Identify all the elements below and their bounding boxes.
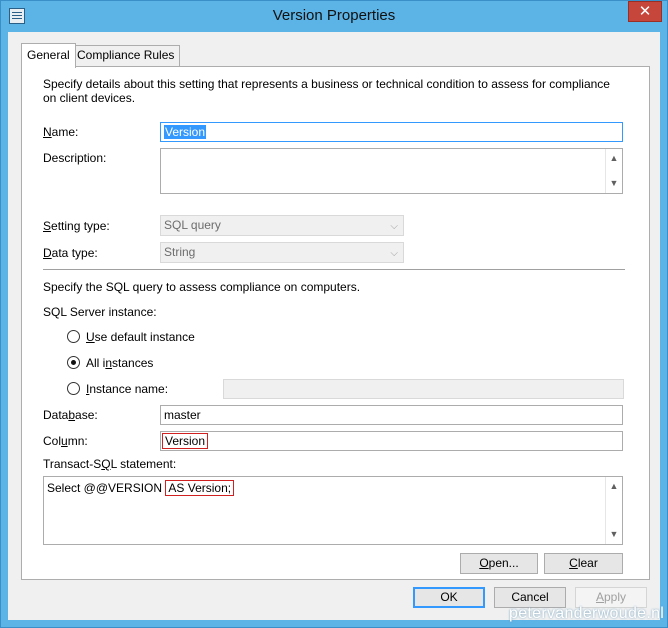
radio-instance-name-label[interactable]: Instance name: xyxy=(86,382,168,396)
dialog-window: Version Properties ✕ General Compliance … xyxy=(0,0,668,628)
description-field[interactable]: ▲ ▼ xyxy=(160,148,623,194)
description-label: Description: xyxy=(43,151,107,165)
column-field[interactable]: Version xyxy=(160,431,623,451)
setting-type-label: Setting type: xyxy=(43,219,110,233)
sql-intro-text: Specify the SQL query to assess complian… xyxy=(43,280,361,294)
scroll-down-arrow-icon[interactable]: ▼ xyxy=(606,175,622,192)
scroll-up-arrow-icon[interactable]: ▲ xyxy=(606,478,622,495)
setting-description-text: Specify details about this setting that … xyxy=(43,77,610,105)
description-scrollbar[interactable]: ▲ ▼ xyxy=(605,149,622,193)
clear-button[interactable]: Clear xyxy=(544,553,623,574)
setting-type-select[interactable]: SQL query ⌵ xyxy=(160,215,404,236)
setting-type-value: SQL query xyxy=(164,218,221,232)
column-label: Column: xyxy=(43,434,88,448)
ok-button[interactable]: OK xyxy=(413,587,485,608)
chevron-down-icon: ⌵ xyxy=(390,248,398,259)
name-label: Name: xyxy=(43,125,79,139)
database-field[interactable]: master xyxy=(160,405,623,425)
radio-all-instances-label[interactable]: All instances xyxy=(86,356,153,370)
column-value-highlight: Version xyxy=(162,433,209,449)
general-tab-panel: Specify details about this setting that … xyxy=(21,66,650,580)
radio-default-instance-label[interactable]: Use default instance xyxy=(86,330,195,344)
tsql-scrollbar[interactable]: ▲ ▼ xyxy=(605,477,622,544)
scroll-up-arrow-icon[interactable]: ▲ xyxy=(606,150,622,167)
tsql-statement-highlight: AS Version; xyxy=(165,480,235,496)
name-label-rest: ame: xyxy=(51,125,79,139)
name-field[interactable]: Version xyxy=(160,122,623,142)
chevron-down-icon: ⌵ xyxy=(390,221,398,232)
database-label: Database: xyxy=(43,408,98,422)
data-type-label: Data type: xyxy=(43,246,98,260)
close-button[interactable]: ✕ xyxy=(628,1,662,22)
name-field-value: Version xyxy=(164,125,207,139)
section-divider xyxy=(43,269,625,271)
window-title: Version Properties xyxy=(272,7,396,24)
tab-general[interactable]: General xyxy=(21,43,76,68)
tsql-label: Transact-SQL statement: xyxy=(43,457,177,471)
scroll-down-arrow-icon[interactable]: ▼ xyxy=(606,526,622,543)
sql-instance-label: SQL Server instance: xyxy=(43,305,157,319)
dialog-client-area: General Compliance Rules Specify details… xyxy=(8,32,660,620)
watermark-text: petervanderwoude.nl xyxy=(509,605,665,622)
tsql-statement-field[interactable]: Select @@VERSION AS Version; ▲ ▼ xyxy=(43,476,623,545)
tsql-statement-part1: Select @@VERSION xyxy=(47,481,166,495)
open-button[interactable]: Open... xyxy=(460,553,538,574)
radio-instance-name[interactable] xyxy=(67,382,80,395)
radio-all-instances[interactable] xyxy=(67,356,80,369)
tab-compliance-rules[interactable]: Compliance Rules xyxy=(71,45,181,66)
title-bar[interactable]: Version Properties ✕ xyxy=(1,1,667,32)
data-type-select[interactable]: String ⌵ xyxy=(160,242,404,263)
instance-name-field[interactable] xyxy=(223,379,624,399)
data-type-value: String xyxy=(164,245,196,259)
radio-default-instance[interactable] xyxy=(67,330,80,343)
